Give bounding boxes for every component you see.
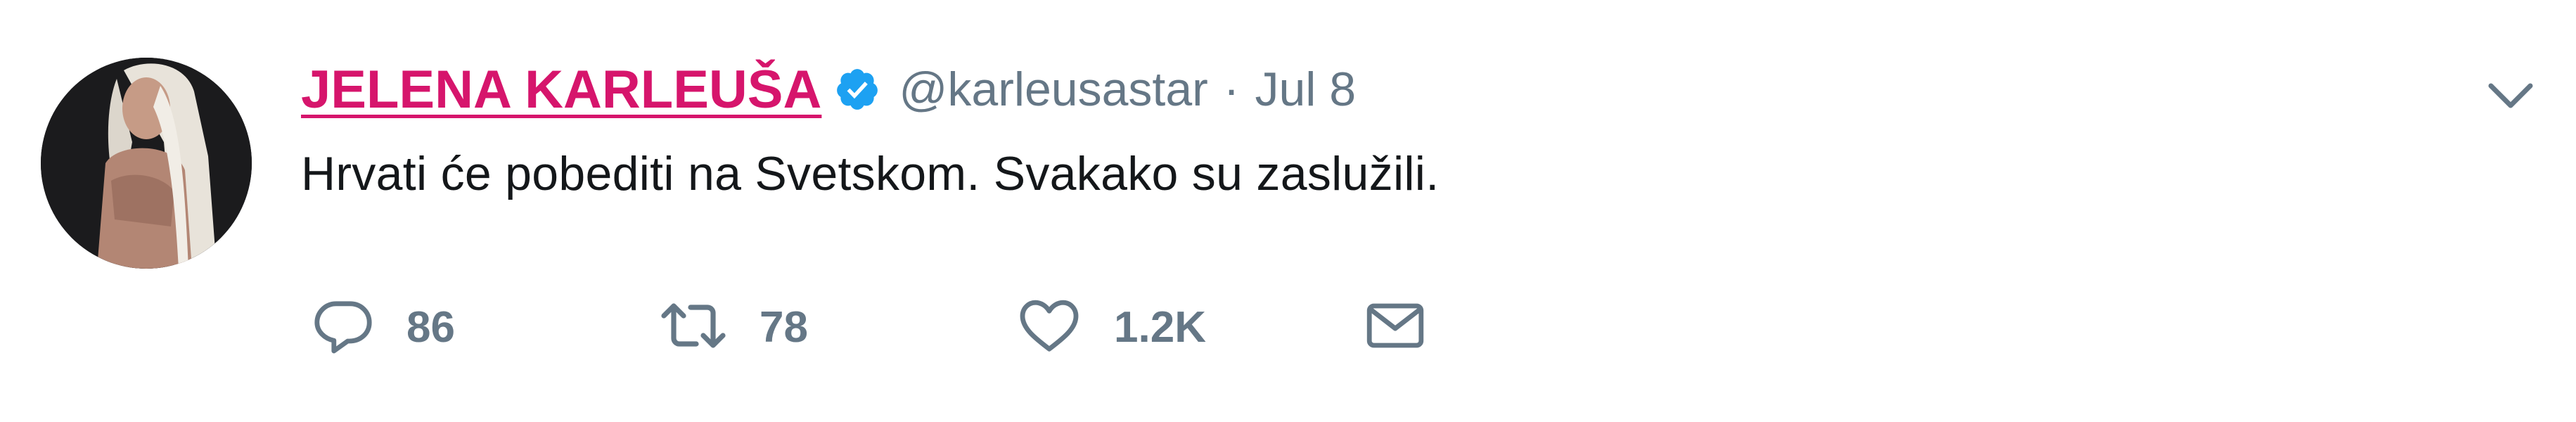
tweet-card[interactable]: JELENA KARLEUŠA @karleusastar · Jul 8 Hr… xyxy=(0,0,2576,422)
separator-dot: · xyxy=(1223,63,1240,116)
avatar[interactable] xyxy=(41,58,252,269)
verified-badge-icon xyxy=(834,66,880,113)
reply-button[interactable]: 86 xyxy=(309,288,455,366)
profile-photo-icon xyxy=(41,58,252,269)
author-handle[interactable]: @karleusastar xyxy=(899,62,1207,117)
chevron-down-icon[interactable] xyxy=(2475,70,2546,120)
like-count: 1.2K xyxy=(1114,302,1206,352)
tweet-actions: 86 78 1.2K xyxy=(301,288,2411,366)
like-button[interactable]: 1.2K xyxy=(1014,288,1206,366)
heart-icon xyxy=(1014,292,1084,363)
retweet-button[interactable]: 78 xyxy=(657,288,808,366)
retweet-icon xyxy=(657,292,730,363)
tweet-header: JELENA KARLEUŠA @karleusastar · Jul 8 xyxy=(301,58,1356,121)
reply-icon xyxy=(309,292,377,363)
direct-message-button[interactable] xyxy=(1361,288,1429,366)
author-display-name[interactable]: JELENA KARLEUŠA xyxy=(301,59,821,120)
envelope-icon xyxy=(1361,292,1429,363)
tweet-text: Hrvati će pobediti na Svetskom. Svakako … xyxy=(301,147,1440,200)
retweet-count: 78 xyxy=(760,302,808,352)
reply-count: 86 xyxy=(406,302,455,352)
tweet-timestamp[interactable]: Jul 8 xyxy=(1255,62,1356,117)
